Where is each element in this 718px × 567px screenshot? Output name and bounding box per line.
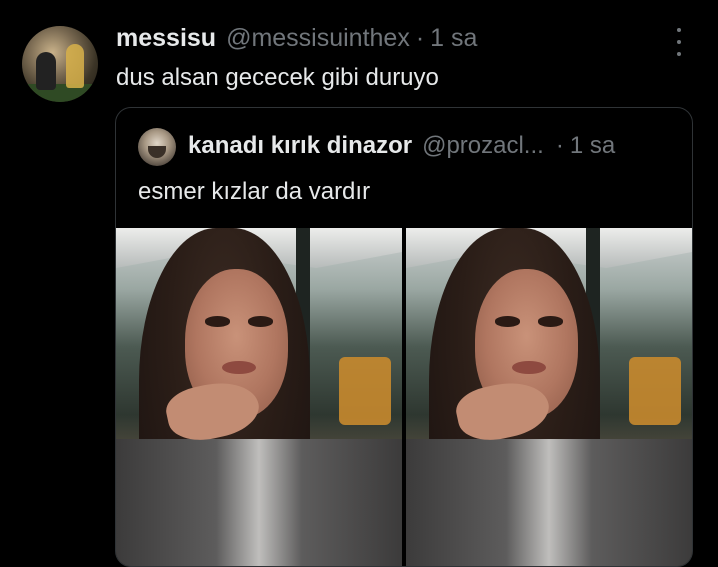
quote-text: esmer kızlar da vardır [138, 178, 371, 205]
quote-header: kanadı kırık dinazor @prozacl... · 1 sa [188, 132, 688, 160]
avatar-beard [148, 146, 166, 158]
more-dot [677, 40, 681, 44]
author-handle[interactable]: @messisuinthex [226, 24, 410, 53]
quote-media-grid [116, 228, 692, 566]
quoted-tweet[interactable]: kanadı kırık dinazor @prozacl... · 1 sa … [115, 107, 693, 567]
quote-author-avatar[interactable] [138, 128, 176, 166]
photo-cardigan [116, 438, 402, 566]
quote-photo-2[interactable] [406, 228, 692, 566]
avatar-figure-1 [36, 52, 56, 90]
more-dot [677, 28, 681, 32]
quote-time[interactable]: 1 sa [570, 132, 615, 160]
avatar-trophy [66, 44, 84, 88]
quote-photo-1[interactable] [116, 228, 402, 566]
photo-eye [204, 316, 231, 327]
header-separator: · [415, 24, 425, 52]
photo-chair [629, 357, 681, 426]
quote-header-separator: · [555, 132, 564, 159]
tweet-header: messisu @messisuinthex · 1 sa [116, 24, 477, 56]
quote-author-handle[interactable]: @prozacl... [422, 132, 544, 160]
author-avatar[interactable] [22, 26, 98, 102]
photo-cardigan [406, 438, 692, 566]
tweet-time[interactable]: 1 sa [430, 24, 477, 53]
photo-eye [247, 316, 274, 327]
photo-eye [494, 316, 521, 327]
quote-author-name[interactable]: kanadı kırık dinazor [188, 132, 412, 160]
avatar-ground [22, 84, 98, 102]
photo-lips [511, 360, 547, 375]
photo-lips [221, 360, 257, 375]
tweet-text: dus alsan gececek gibi duruyo [116, 64, 439, 91]
tweet[interactable]: messisu @messisuinthex · 1 sa dus alsan … [0, 0, 718, 567]
more-vertical-icon[interactable] [672, 28, 686, 56]
more-dot [677, 52, 681, 56]
photo-chair [339, 357, 391, 426]
author-name[interactable]: messisu [116, 24, 216, 53]
photo-eye [537, 316, 564, 327]
